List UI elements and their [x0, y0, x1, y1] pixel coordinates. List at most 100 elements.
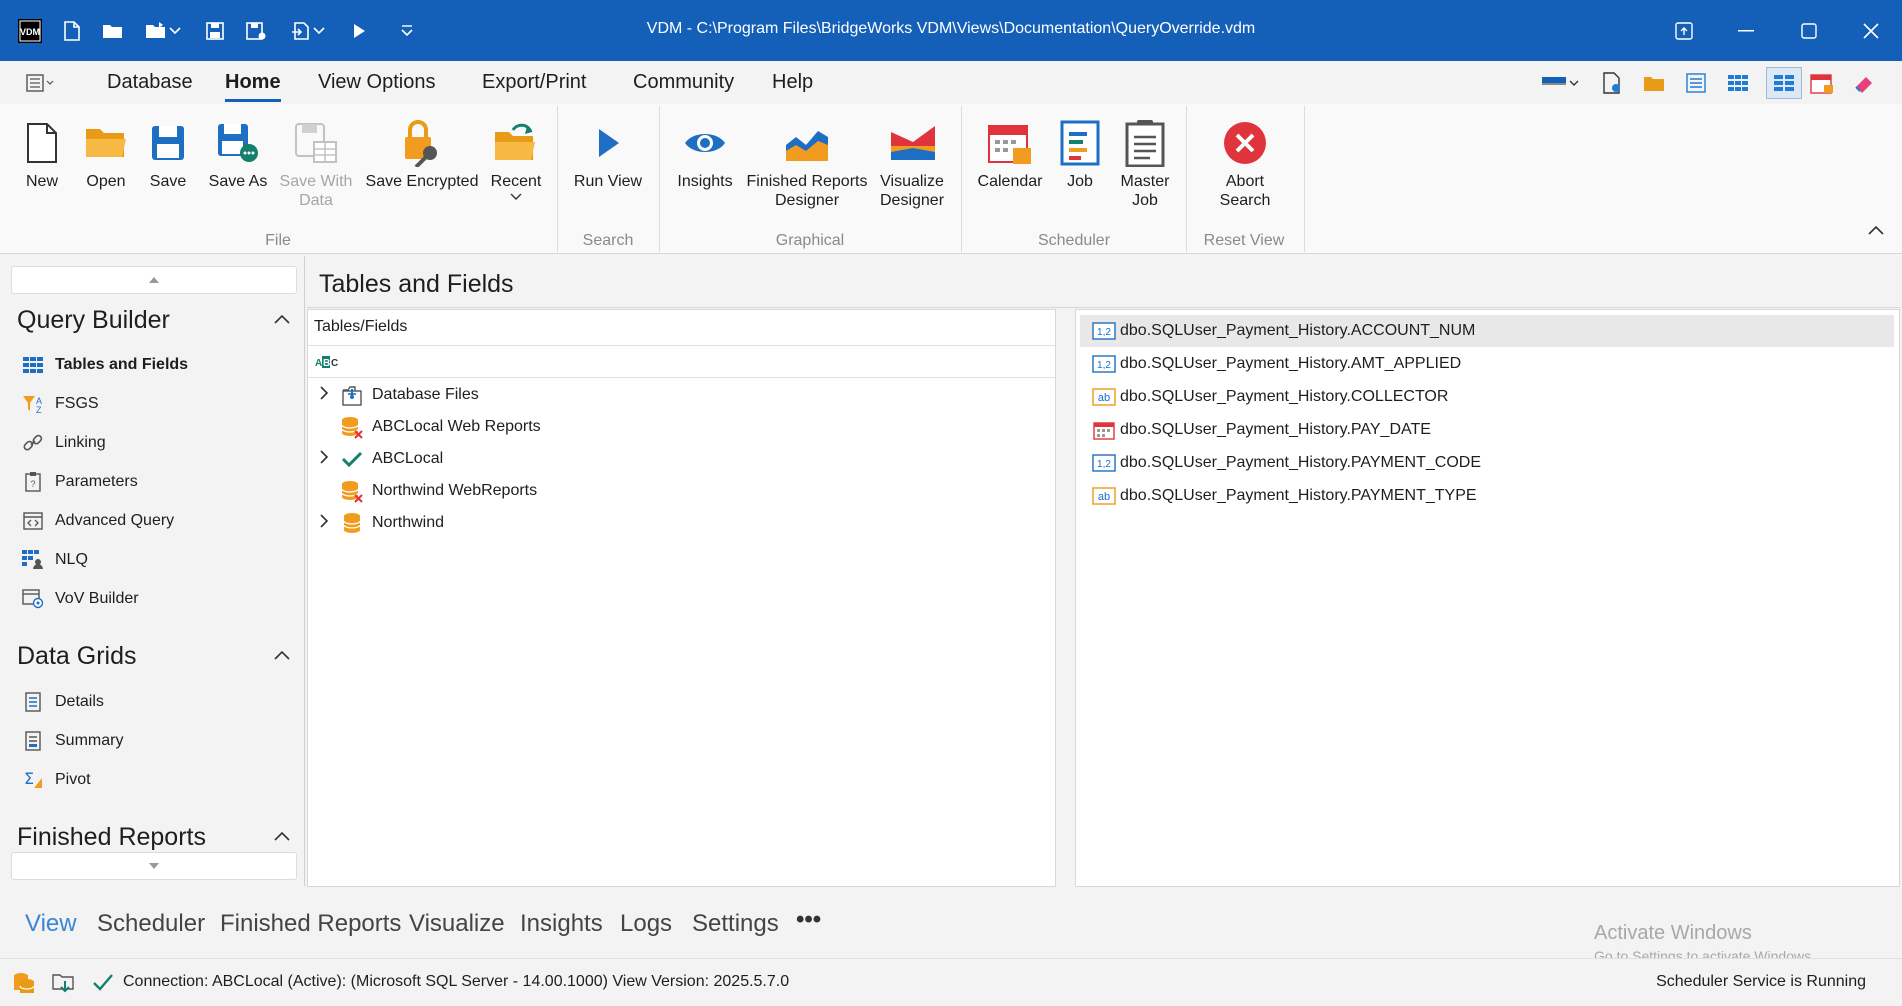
save-with-data-button[interactable]: Save With Data	[278, 114, 354, 210]
maximize-button[interactable]	[1789, 14, 1829, 48]
download-folder-icon[interactable]	[52, 971, 76, 1000]
tab-help[interactable]: Help	[772, 71, 813, 94]
recent-folder-icon	[488, 114, 544, 172]
tree-column-header[interactable]: Tables/Fields	[308, 310, 1055, 346]
tree-row[interactable]: Database Files	[308, 380, 1055, 410]
abc-filter-icon[interactable]: ABC	[314, 354, 340, 375]
save-encrypted-label: Save Encrypted	[365, 173, 479, 190]
finished-reports-designer-button[interactable]: Finished Reports Designer	[746, 114, 868, 210]
nav-linking[interactable]: Linking	[22, 429, 106, 457]
scroll-up-button[interactable]	[11, 266, 297, 294]
tab-community[interactable]: Community	[633, 71, 734, 94]
group-separator	[659, 106, 660, 252]
run-view-button[interactable]: Run View	[570, 114, 646, 191]
expand-chevron-icon[interactable]	[316, 385, 332, 405]
field-label: dbo.SQLUser_Payment_History.ACCOUNT_NUM	[1120, 322, 1476, 339]
tree-filter-row[interactable]: ABC	[308, 346, 1055, 378]
data-grids-header[interactable]: Data Grids	[17, 642, 136, 671]
new-button[interactable]: New	[18, 114, 66, 191]
finished-reports-header[interactable]: Finished Reports	[17, 823, 206, 852]
tab-visualize[interactable]: Visualize	[409, 910, 505, 938]
list-view-icon[interactable]	[1682, 69, 1710, 97]
nav-fsgs[interactable]: AZ FSGS	[22, 390, 99, 418]
nav-pivot[interactable]: Σ Pivot	[22, 766, 91, 794]
field-row[interactable]: ab dbo.SQLUser_Payment_History.PAYMENT_T…	[1080, 480, 1894, 512]
master-job-label: Master	[1120, 173, 1170, 190]
tree-label: ABCLocal Web Reports	[372, 418, 541, 435]
tree-row[interactable]: ABCLocal	[308, 444, 1055, 474]
check-icon	[340, 447, 364, 471]
open-button[interactable]: Open	[80, 114, 132, 191]
save-with-data-label: Save With	[279, 173, 353, 190]
folder-icon[interactable]	[1640, 69, 1668, 97]
calendar-icon[interactable]	[1808, 69, 1836, 97]
tab-logs[interactable]: Logs	[620, 910, 672, 938]
nav-details[interactable]: Details	[22, 688, 104, 716]
collapse-query-builder-icon[interactable]	[274, 311, 290, 329]
tab-view[interactable]: View	[25, 910, 77, 938]
visualize-designer-button[interactable]: Visualize Designer	[874, 114, 950, 210]
restore-layout-icon[interactable]	[1664, 14, 1704, 48]
field-row[interactable]: dbo.SQLUser_Payment_History.PAY_DATE	[1080, 414, 1894, 446]
title-bar: VDM VDM - C:\Program Files\BridgeWorks V…	[0, 0, 1902, 61]
abort-search-button[interactable]: Abort Search	[1206, 114, 1284, 210]
expand-chevron-icon[interactable]	[316, 513, 332, 533]
recent-button[interactable]: Recent	[488, 114, 544, 203]
calendar-label: Calendar	[977, 173, 1043, 190]
field-row[interactable]: 1,2 dbo.SQLUser_Payment_History.ACCOUNT_…	[1080, 315, 1894, 347]
tile-view-icon[interactable]	[1766, 67, 1802, 99]
window-title: VDM - C:\Program Files\BridgeWorks VDM\V…	[646, 20, 1256, 37]
database-error-icon	[340, 415, 364, 439]
tab-export-print[interactable]: Export/Print	[482, 71, 586, 94]
field-row[interactable]: ab dbo.SQLUser_Payment_History.COLLECTOR	[1080, 381, 1894, 413]
nav-vov-builder[interactable]: VoV Builder	[22, 585, 139, 613]
tree-row[interactable]: Northwind WebReports	[308, 476, 1055, 506]
minimize-button[interactable]	[1726, 14, 1766, 48]
field-row[interactable]: 1,2 dbo.SQLUser_Payment_History.PAYMENT_…	[1080, 447, 1894, 479]
open-folder-icon	[80, 114, 132, 172]
app-menu-icon[interactable]	[22, 69, 58, 97]
job-button[interactable]: Job	[1056, 114, 1104, 191]
numeric-field-icon: 1,2	[1092, 453, 1116, 473]
connections-icon[interactable]	[12, 971, 36, 1000]
nav-label: Summary	[55, 732, 124, 749]
more-tabs-button[interactable]: •••	[796, 906, 821, 934]
nav-summary[interactable]: Summary	[22, 727, 123, 755]
tab-database[interactable]: Database	[107, 71, 193, 94]
theme-color-dropdown-icon[interactable]	[1538, 69, 1582, 97]
tab-insights[interactable]: Insights	[520, 910, 603, 938]
nav-tables-and-fields[interactable]: Tables and Fields	[22, 351, 188, 379]
code-icon	[22, 510, 44, 532]
calendar-button[interactable]: Calendar	[974, 114, 1046, 191]
master-job-button[interactable]: Master Job	[1112, 114, 1178, 210]
save-button[interactable]: Save	[145, 114, 191, 191]
save-as-button[interactable]: Save As	[206, 114, 270, 191]
close-button[interactable]	[1851, 14, 1891, 48]
save-encrypted-button[interactable]: Save Encrypted	[364, 114, 480, 191]
nav-label: NLQ	[55, 551, 88, 568]
tab-home[interactable]: Home	[225, 71, 281, 102]
collapse-ribbon-icon[interactable]	[1868, 222, 1884, 240]
details-icon	[22, 691, 44, 713]
tab-settings[interactable]: Settings	[692, 910, 779, 938]
scroll-down-button[interactable]	[11, 852, 297, 880]
nav-parameters[interactable]: ? Parameters	[22, 468, 138, 496]
nav-nlq[interactable]: NLQ	[22, 546, 88, 574]
document-settings-icon[interactable]	[1598, 69, 1626, 97]
insights-button[interactable]: Insights	[670, 114, 740, 191]
collapse-finished-reports-icon[interactable]	[274, 828, 290, 846]
scheduler-status-text: Scheduler Service is Running	[1656, 973, 1866, 990]
new-document-icon	[18, 114, 66, 172]
query-builder-header[interactable]: Query Builder	[17, 306, 170, 335]
tab-finished-reports[interactable]: Finished Reports	[220, 910, 401, 938]
nav-advanced-query[interactable]: Advanced Query	[22, 507, 174, 535]
grid-view-icon[interactable]	[1724, 69, 1752, 97]
expand-chevron-icon[interactable]	[316, 449, 332, 469]
tab-scheduler[interactable]: Scheduler	[97, 910, 205, 938]
field-row[interactable]: 1,2 dbo.SQLUser_Payment_History.AMT_APPL…	[1080, 348, 1894, 380]
eraser-icon[interactable]	[1850, 69, 1878, 97]
tree-row[interactable]: Northwind	[308, 508, 1055, 538]
collapse-data-grids-icon[interactable]	[274, 647, 290, 665]
tab-view-options[interactable]: View Options	[318, 71, 435, 94]
tree-row[interactable]: ABCLocal Web Reports	[308, 412, 1055, 442]
